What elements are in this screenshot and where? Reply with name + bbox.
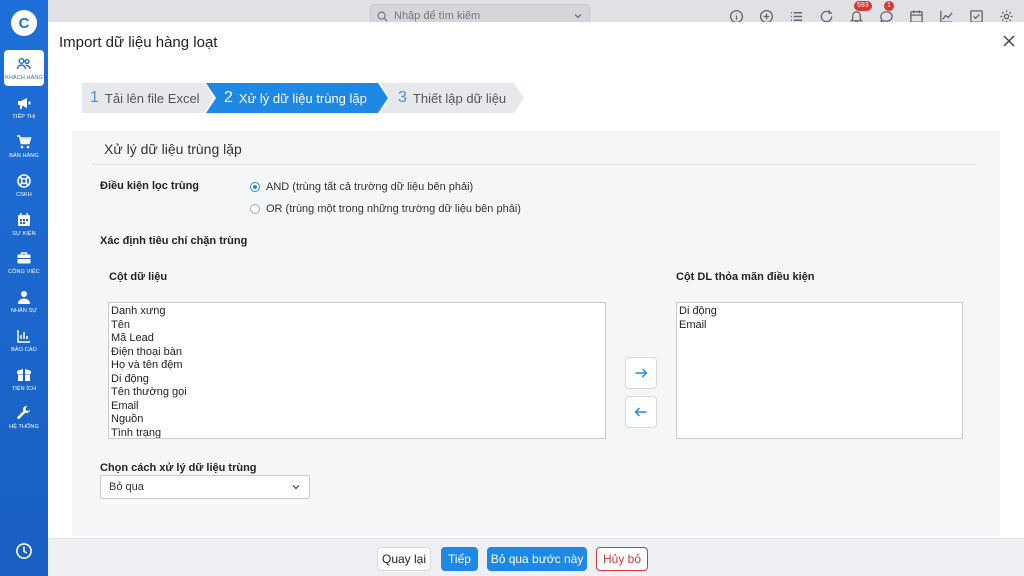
arrow-right-icon	[635, 368, 648, 378]
close-icon[interactable]	[1002, 34, 1016, 48]
filter-condition-label: Điều kiện lọc trùng	[100, 180, 200, 192]
sidebar-item-khach-hang[interactable]: KHÁCH HÀNG	[4, 50, 44, 86]
move-right-button[interactable]	[625, 357, 657, 389]
sidebar-item-ban-hang[interactable]: BÁN HÀNG	[4, 128, 44, 164]
sidebar-item-label: SỰ KIỆN	[12, 230, 36, 237]
list-item[interactable]: Điện thoại bàn	[109, 346, 605, 360]
sidebar-item-label: CSKH	[16, 191, 32, 198]
radio-button[interactable]	[250, 204, 260, 214]
radio-label: OR (trùng một trong những trường dữ liệu…	[266, 203, 521, 215]
right-list-label: Cột DL thỏa mãn điều kiện	[676, 271, 815, 283]
users-icon	[16, 57, 31, 69]
back-button[interactable]: Quay lại	[377, 547, 431, 571]
step-duplicate-handling[interactable]: 2 Xử lý dữ liệu trùng lặp	[206, 83, 388, 113]
box-icon	[17, 368, 31, 381]
step-data-setup[interactable]: 3 Thiết lập dữ liệu	[380, 83, 524, 113]
select-value: Bỏ qua	[109, 481, 144, 493]
sidebar-item-label: TIẾP THỊ	[12, 113, 36, 120]
radio-or[interactable]: OR (trùng một trong những trường dữ liệu…	[250, 203, 521, 215]
radio-label: AND (trùng tất cả trường dữ liệu bên phả…	[266, 181, 474, 193]
step-label: Thiết lập dữ liệu	[412, 90, 507, 106]
calendar-icon	[18, 212, 30, 226]
sidebar-item-bao-cao[interactable]: BÁO CÁO	[4, 322, 44, 358]
briefcase-icon	[17, 251, 31, 263]
wrench-icon	[17, 405, 31, 419]
sidebar-item-su-kien[interactable]: SỰ KIỆN	[4, 206, 44, 242]
criteria-label: Xác định tiêu chí chặn trùng	[100, 235, 248, 247]
modal-title: Import dữ liệu hàng loạt	[59, 34, 218, 51]
clock-icon[interactable]	[15, 542, 33, 560]
selected-columns-list[interactable]: Di động Email	[676, 302, 963, 439]
search-placeholder: Nhập để tìm kiếm	[394, 10, 481, 22]
sidebar: C KHÁCH HÀNG TIẾP THỊ BÁN HÀNG CSKH SỰ K…	[0, 0, 48, 576]
sidebar-item-cskh[interactable]: CSKH	[4, 167, 44, 203]
lifebuoy-icon	[17, 173, 31, 188]
sidebar-item-label: BÁN HÀNG	[9, 152, 39, 159]
step-label: Xử lý dữ liệu trùng lặp	[238, 90, 367, 106]
radio-button[interactable]	[250, 182, 260, 192]
chevron-down-icon	[574, 14, 582, 19]
step-label: Tải lên file Excel	[104, 90, 200, 106]
app-logo[interactable]: C	[11, 10, 37, 36]
move-left-button[interactable]	[625, 396, 657, 428]
sidebar-item-tien-ich[interactable]: TIỆN ÍCH	[4, 361, 44, 397]
content-panel: Xử lý dữ liệu trùng lặp Điều kiện lọc tr…	[72, 131, 1000, 536]
list-item[interactable]: Email	[677, 319, 962, 333]
search-icon	[377, 11, 388, 22]
list-item[interactable]: Tình trạng	[109, 427, 605, 439]
sidebar-item-label: KHÁCH HÀNG	[5, 74, 43, 81]
sidebar-item-tiep-thi[interactable]: TIẾP THỊ	[4, 89, 44, 125]
sidebar-item-label: BÁO CÁO	[11, 346, 37, 353]
list-item[interactable]: Tên thường gọi	[109, 386, 605, 400]
list-item[interactable]: Di động	[677, 305, 962, 319]
list-item[interactable]: Họ và tên đệm	[109, 359, 605, 373]
section-divider	[92, 164, 976, 165]
available-columns-list[interactable]: Danh xưng Tên Mã Lead Điện thoại bàn Họ …	[108, 302, 606, 439]
person-icon	[18, 290, 30, 304]
sidebar-item-label: NHÂN SỰ	[10, 307, 38, 314]
cart-icon	[17, 134, 32, 148]
arrow-left-icon	[634, 407, 647, 417]
skip-step-button[interactable]: Bỏ qua bước này	[487, 547, 587, 571]
sidebar-item-label: TIỆN ÍCH	[11, 385, 37, 392]
handling-label: Chọn cách xử lý dữ liệu trùng	[100, 462, 257, 474]
import-modal: Import dữ liệu hàng loạt 1 Tải lên file …	[48, 22, 1024, 576]
cancel-button[interactable]: Hủy bỏ	[596, 547, 648, 571]
list-item[interactable]: Tên	[109, 319, 605, 333]
step-upload-excel[interactable]: 1 Tải lên file Excel	[82, 83, 214, 113]
list-item[interactable]: Danh xưng	[109, 305, 605, 319]
left-list-label: Cột dữ liệu	[109, 271, 168, 283]
sidebar-item-cong-viec[interactable]: CÔNG VIỆC	[4, 244, 44, 280]
sidebar-item-label: CÔNG VIỆC	[8, 268, 40, 275]
list-item[interactable]: Mã Lead	[109, 332, 605, 346]
list-item[interactable]: Email	[109, 400, 605, 414]
step-number: 2	[224, 89, 233, 106]
list-item[interactable]: Nguồn	[109, 413, 605, 427]
next-button[interactable]: Tiếp	[441, 547, 478, 571]
step-number: 3	[398, 89, 407, 106]
modal-footer: Quay lại Tiếp Bỏ qua bước này Hủy bỏ	[48, 538, 1024, 576]
step-number: 1	[90, 89, 99, 106]
sidebar-item-nhan-su[interactable]: NHÂN SỰ	[4, 283, 44, 319]
list-item[interactable]: Di động	[109, 373, 605, 387]
radio-and[interactable]: AND (trùng tất cả trường dữ liệu bên phả…	[250, 181, 473, 193]
chat-badge: 1	[884, 1, 894, 11]
report-icon	[17, 329, 30, 343]
section-title: Xử lý dữ liệu trùng lặp	[104, 141, 242, 157]
chevron-down-icon	[292, 485, 300, 490]
notification-badge: 693	[854, 1, 872, 11]
sidebar-item-label: HỆ THỐNG	[9, 423, 39, 430]
sidebar-item-he-thong[interactable]: HỆ THỐNG	[4, 399, 44, 435]
handling-select[interactable]: Bỏ qua	[100, 475, 310, 499]
megaphone-icon	[18, 97, 31, 109]
